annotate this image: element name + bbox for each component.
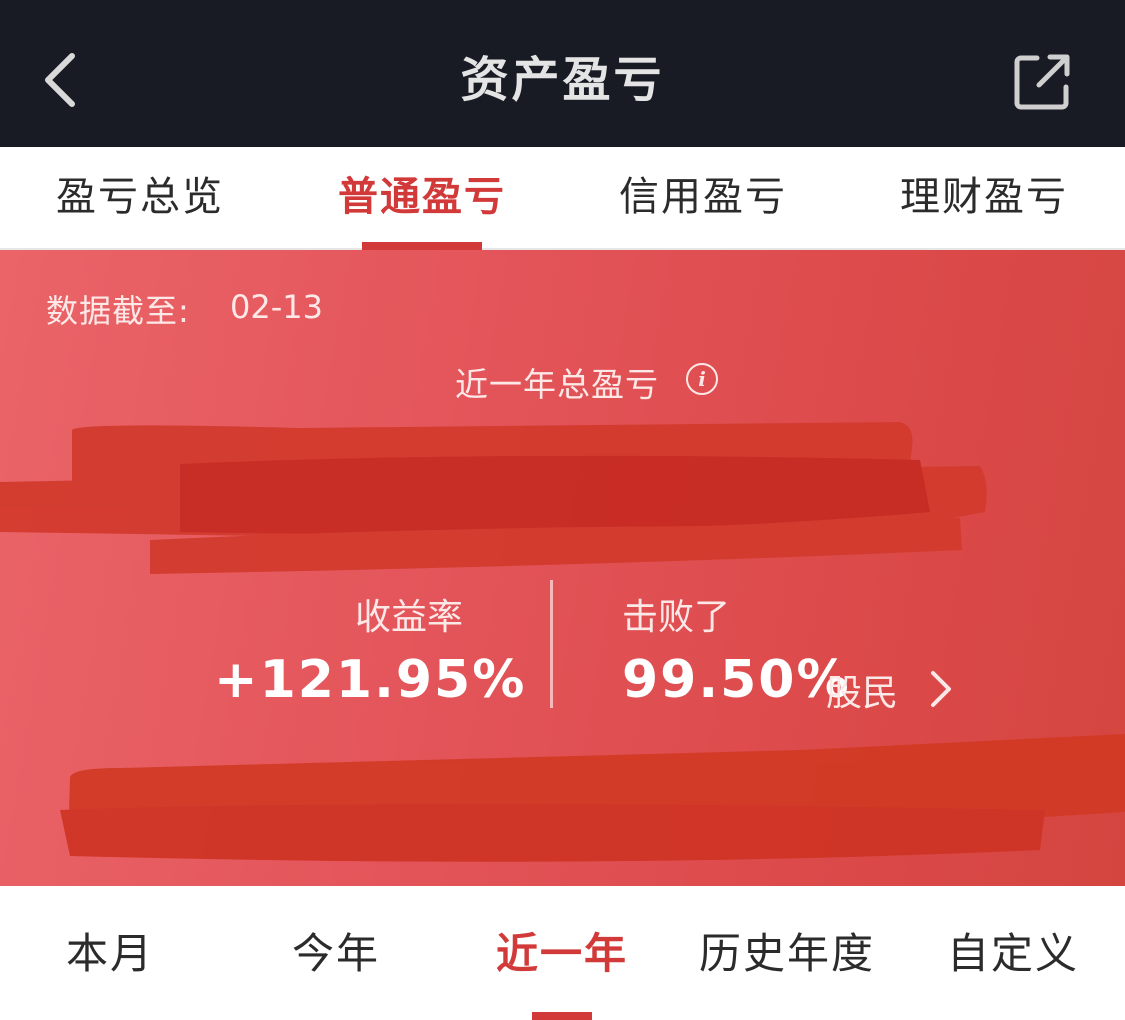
period-last-year[interactable]: 近一年	[482, 924, 642, 984]
share-external-icon	[1014, 54, 1070, 110]
beat-label: 击败了	[622, 597, 731, 638]
period-this-year[interactable]: 今年	[266, 924, 406, 984]
tab-normal[interactable]: 普通盈亏	[322, 161, 522, 233]
beat-value: 99.50%	[622, 650, 851, 710]
beat-unit: 股民	[826, 673, 899, 714]
return-rate-label: 收益率	[355, 597, 464, 638]
return-rate-value: +121.95%	[214, 650, 527, 710]
tab-credit[interactable]: 信用盈亏	[603, 161, 803, 233]
redaction-scribble	[0, 422, 1125, 862]
period-custom[interactable]: 自定义	[938, 924, 1088, 984]
chevron-right-icon[interactable]	[928, 668, 954, 710]
active-tab-indicator	[362, 242, 482, 250]
period-this-month[interactable]: 本月	[40, 924, 180, 984]
active-period-indicator	[532, 1012, 592, 1020]
stat-divider	[550, 580, 553, 708]
page-title: 资产盈亏	[460, 52, 665, 108]
summary-panel: 数据截至: 02-13 近一年总盈亏 i 收益率 +121.95% 击败了 99…	[0, 250, 1125, 886]
period-history[interactable]: 历史年度	[692, 924, 882, 984]
category-tabs: 盈亏总览 普通盈亏 信用盈亏 理财盈亏	[0, 147, 1125, 250]
period-tabs: 本月 今年 近一年 历史年度 自定义	[0, 886, 1125, 1020]
tab-overview[interactable]: 盈亏总览	[40, 161, 240, 233]
top-nav-bar: 资产盈亏	[0, 0, 1125, 147]
tab-wealth[interactable]: 理财盈亏	[884, 161, 1084, 233]
share-button[interactable]	[1005, 45, 1080, 120]
